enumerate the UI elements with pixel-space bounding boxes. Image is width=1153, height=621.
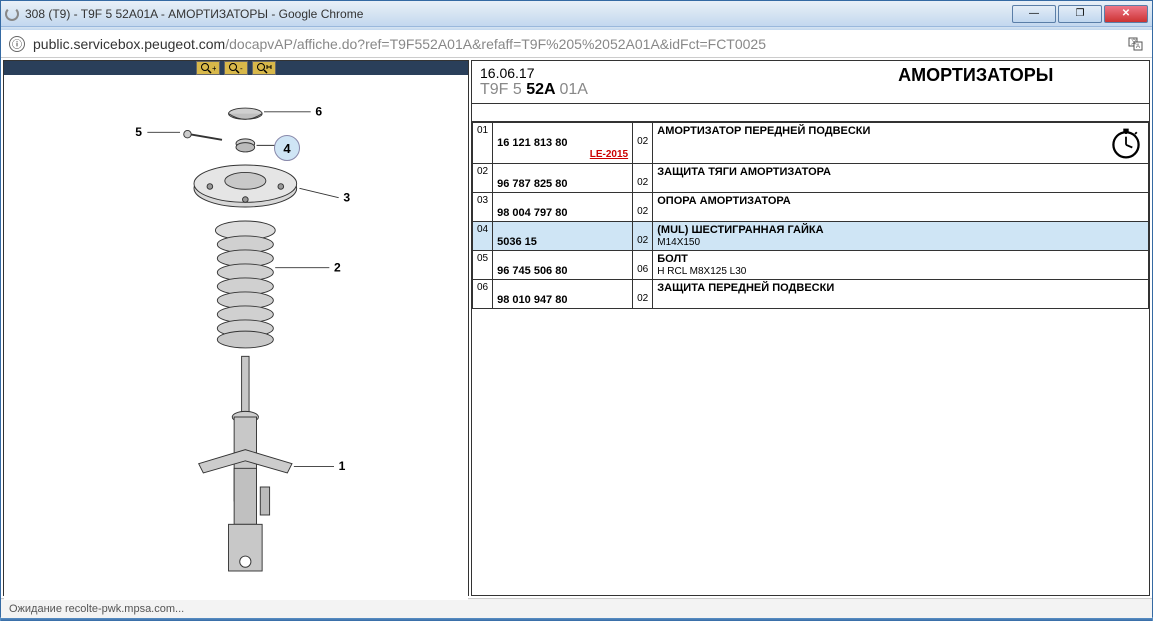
table-row[interactable]: 0398 004 797 8002ОПОРА АМОРТИЗАТОРА [473,193,1149,222]
status-bar: Ожидание recolte-pwk.mpsa.com... [1,598,1152,618]
part-index: 02 [473,164,493,193]
part-index: 06 [473,280,493,309]
status-text: Ожидание recolte-pwk.mpsa.com... [9,603,184,615]
part-number: 5036 15 [493,222,633,251]
window-titlebar: 308 (T9) - T9F 5 52A01A - АМОРТИЗАТОРЫ -… [1,1,1152,27]
zoom-in-button[interactable]: + [196,61,220,75]
svg-text:2: 2 [334,260,341,274]
part-description: (MUL) ШЕСТИГРАННАЯ ГАЙКАM14X150 [653,222,1149,251]
zoom-toolbar: + - [4,61,468,75]
part-description: АМОРТИЗАТОР ПЕРЕДНЕЙ ПОДВЕСКИ [653,123,1149,164]
highlighted-callout[interactable]: 4 [274,135,300,161]
address-bar: ⓘ public.servicebox.peugeot.com/docapvAP… [1,30,1152,58]
table-row[interactable]: 0116 121 813 80LE-201502АМОРТИЗАТОР ПЕРЕ… [473,123,1149,164]
shock-absorber-svg: 6 5 [96,95,376,580]
part-number: 98 004 797 80 [493,193,633,222]
part-qty: 02 [633,222,653,251]
svg-text:6: 6 [315,105,322,119]
part-qty: 02 [633,193,653,222]
window-title: 308 (T9) - T9F 5 52A01A - АМОРТИЗАТОРЫ -… [25,7,1010,21]
part-index: 05 [473,251,493,280]
table-row[interactable]: 0296 787 825 8002ЗАЩИТА ТЯГИ АМОРТИЗАТОР… [473,164,1149,193]
part-description: ЗАЩИТА ТЯГИ АМОРТИЗАТОРА [653,164,1149,193]
minimize-button[interactable]: — [1012,5,1056,23]
content-area: + - 6 5 [1,58,1152,598]
table-row[interactable]: 0596 745 506 8006БОЛТH RCL M8X125 L30 [473,251,1149,280]
doc-title: АМОРТИЗАТОРЫ [811,65,1142,99]
doc-code: T9F 5 52A 01A [480,81,811,99]
table-row[interactable]: 045036 1502(MUL) ШЕСТИГРАННАЯ ГАЙКАM14X1… [473,222,1149,251]
parts-diagram[interactable]: 6 5 [4,75,468,600]
close-button[interactable]: ✕ [1104,5,1148,23]
part-number: 16 121 813 80LE-2015 [493,123,633,164]
svg-text:-: - [240,64,243,73]
translate-icon[interactable]: 文A [1128,36,1144,52]
maximize-button[interactable]: ❐ [1058,5,1102,23]
part-index: 04 [473,222,493,251]
zoom-fit-button[interactable] [252,61,276,75]
url-display[interactable]: public.servicebox.peugeot.com/docapvAP/a… [33,36,1120,52]
svg-text:1: 1 [339,459,346,473]
part-description: БОЛТH RCL M8X125 L30 [653,251,1149,280]
svg-text:3: 3 [343,190,350,204]
site-info-icon[interactable]: ⓘ [9,36,25,52]
parts-header: 16.06.17 T9F 5 52A 01A АМОРТИЗАТОРЫ [472,61,1149,104]
part-qty: 02 [633,123,653,164]
part-qty: 02 [633,280,653,309]
svg-text:A: A [1136,44,1140,50]
part-number: 98 010 947 80 [493,280,633,309]
part-description: ЗАЩИТА ПЕРЕДНЕЙ ПОДВЕСКИ [653,280,1149,309]
part-qty: 06 [633,251,653,280]
svg-text:5: 5 [135,125,142,139]
stopwatch-icon [1108,125,1144,161]
part-index: 03 [473,193,493,222]
diagram-panel: + - 6 5 [3,60,469,596]
table-row[interactable]: 0698 010 947 8002ЗАЩИТА ПЕРЕДНЕЙ ПОДВЕСК… [473,280,1149,309]
url-host: public.servicebox.peugeot.com [33,36,225,52]
parts-panel: 16.06.17 T9F 5 52A 01A АМОРТИЗАТОРЫ 0116… [471,60,1150,596]
part-qty: 02 [633,164,653,193]
part-index: 01 [473,123,493,164]
doc-date: 16.06.17 [480,65,811,81]
parts-table: 0116 121 813 80LE-201502АМОРТИЗАТОР ПЕРЕ… [472,122,1149,309]
part-number: 96 745 506 80 [493,251,633,280]
extra-link[interactable]: LE-2015 [497,149,628,160]
svg-text:+: + [212,64,216,73]
browser-window: 308 (T9) - T9F 5 52A01A - АМОРТИЗАТОРЫ -… [0,0,1153,617]
part-description: ОПОРА АМОРТИЗАТОРА [653,193,1149,222]
url-path: /docapvAP/affiche.do?ref=T9F552A01A&refa… [225,36,766,52]
zoom-out-button[interactable]: - [224,61,248,75]
loading-spinner-icon [5,7,19,21]
part-number: 96 787 825 80 [493,164,633,193]
